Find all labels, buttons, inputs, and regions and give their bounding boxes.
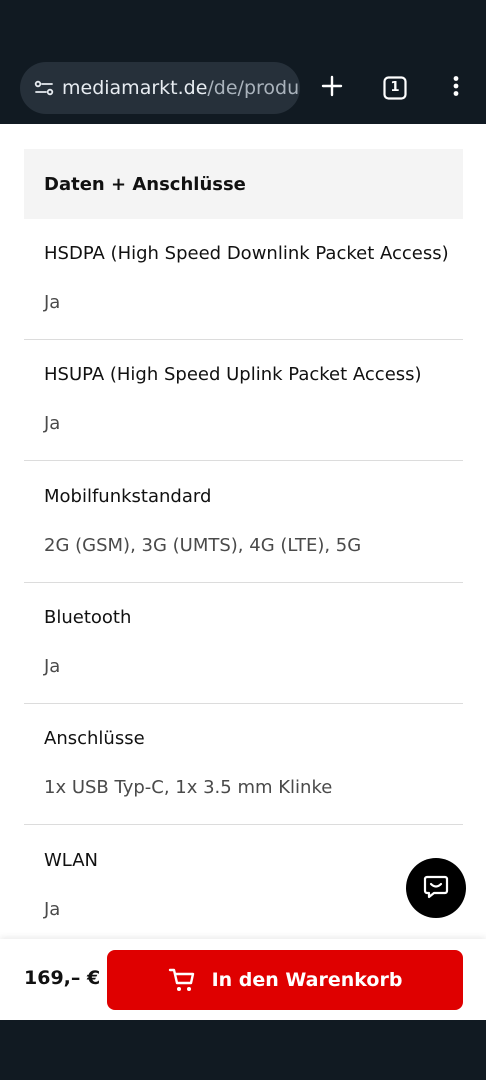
spec-label: Mobilfunkstandard <box>44 486 212 507</box>
spec-row-bluetooth: Bluetooth Ja <box>24 583 463 704</box>
cart-icon <box>168 967 196 993</box>
browser-toolbar: mediamarkt.de/de/produc 1 <box>0 0 486 124</box>
chat-icon <box>422 872 450 904</box>
add-to-cart-button[interactable]: In den Warenkorb <box>107 950 463 1010</box>
add-to-cart-label: In den Warenkorb <box>211 969 403 991</box>
section-header[interactable]: Daten + Anschlüsse <box>24 149 463 219</box>
spec-value: Ja <box>44 413 61 434</box>
plus-icon <box>320 74 344 102</box>
spec-row-hsdpa: HSDPA (High Speed Downlink Packet Access… <box>24 219 463 340</box>
spec-value: 2G (GSM), 3G (UMTS), 4G (LTE), 5G <box>44 535 362 556</box>
tab-switcher-button[interactable]: 1 <box>377 70 413 106</box>
browser-menu-button[interactable] <box>438 70 474 106</box>
more-vert-icon <box>444 74 468 102</box>
spec-row-wlan: WLAN Ja <box>24 826 463 939</box>
spec-label: Anschlüsse <box>44 728 145 749</box>
product-price: 169,– € <box>24 967 101 989</box>
page-content[interactable]: Daten + Anschlüsse HSDPA (High Speed Dow… <box>0 124 486 939</box>
spec-value: Ja <box>44 656 61 677</box>
spec-label: Bluetooth <box>44 607 132 628</box>
purchase-bar: 169,– € In den Warenkorb <box>0 939 486 1020</box>
spec-row-anschluesse: Anschlüsse 1x USB Typ-C, 1x 3.5 mm Klink… <box>24 704 463 825</box>
spec-row-mobilfunkstandard: Mobilfunkstandard 2G (GSM), 3G (UMTS), 4… <box>24 462 463 583</box>
spec-label: HSDPA (High Speed Downlink Packet Access… <box>44 243 449 264</box>
spec-label: HSUPA (High Speed Uplink Packet Access) <box>44 364 422 385</box>
url-host: mediamarkt.de <box>62 77 208 99</box>
chat-button[interactable] <box>406 858 466 918</box>
spec-label: WLAN <box>44 850 99 871</box>
site-settings-icon[interactable] <box>32 76 56 100</box>
tab-count: 1 <box>390 80 400 95</box>
address-bar[interactable]: mediamarkt.de/de/produc <box>20 62 300 114</box>
spec-value: 1x USB Typ-C, 1x 3.5 mm Klinke <box>44 777 333 798</box>
url-path: /de/produc <box>207 77 300 99</box>
tab-switcher-icon: 1 <box>383 76 407 100</box>
new-tab-button[interactable] <box>314 70 350 106</box>
spec-value: Ja <box>44 899 61 920</box>
spec-value: Ja <box>44 292 61 313</box>
url-text: mediamarkt.de/de/produc <box>62 77 300 99</box>
system-navigation-area <box>0 1020 486 1080</box>
section-title: Daten + Anschlüsse <box>44 173 246 195</box>
spec-row-hsupa: HSUPA (High Speed Uplink Packet Access) … <box>24 340 463 461</box>
